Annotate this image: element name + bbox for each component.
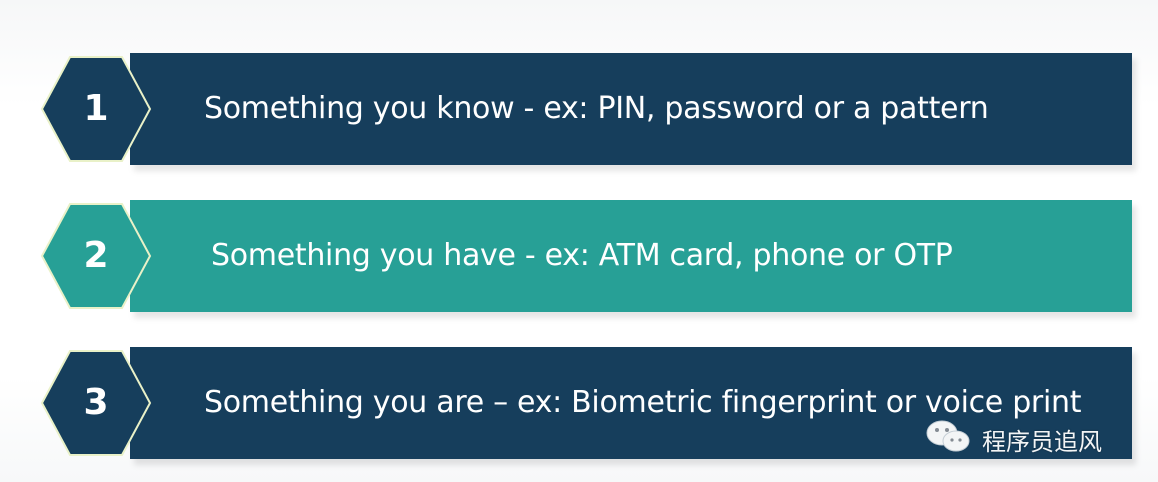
item-text-2: Something you have - ex: ATM card, phone… <box>211 238 953 273</box>
list-item-2: 2 Something you have - ex: ATM card, pho… <box>0 198 1158 318</box>
item-number-2: 2 <box>83 235 109 276</box>
wechat-icon <box>924 417 972 461</box>
item-text-1: Something you know - ex: PIN, password o… <box>204 91 989 126</box>
list-item-1: 1 Something you know - ex: PIN, password… <box>0 51 1158 171</box>
item-number-1: 1 <box>83 88 109 129</box>
watermark: 程序员追风 <box>924 419 1102 459</box>
watermark-text: 程序员追风 <box>982 427 1102 456</box>
item-number-3: 3 <box>83 382 109 423</box>
